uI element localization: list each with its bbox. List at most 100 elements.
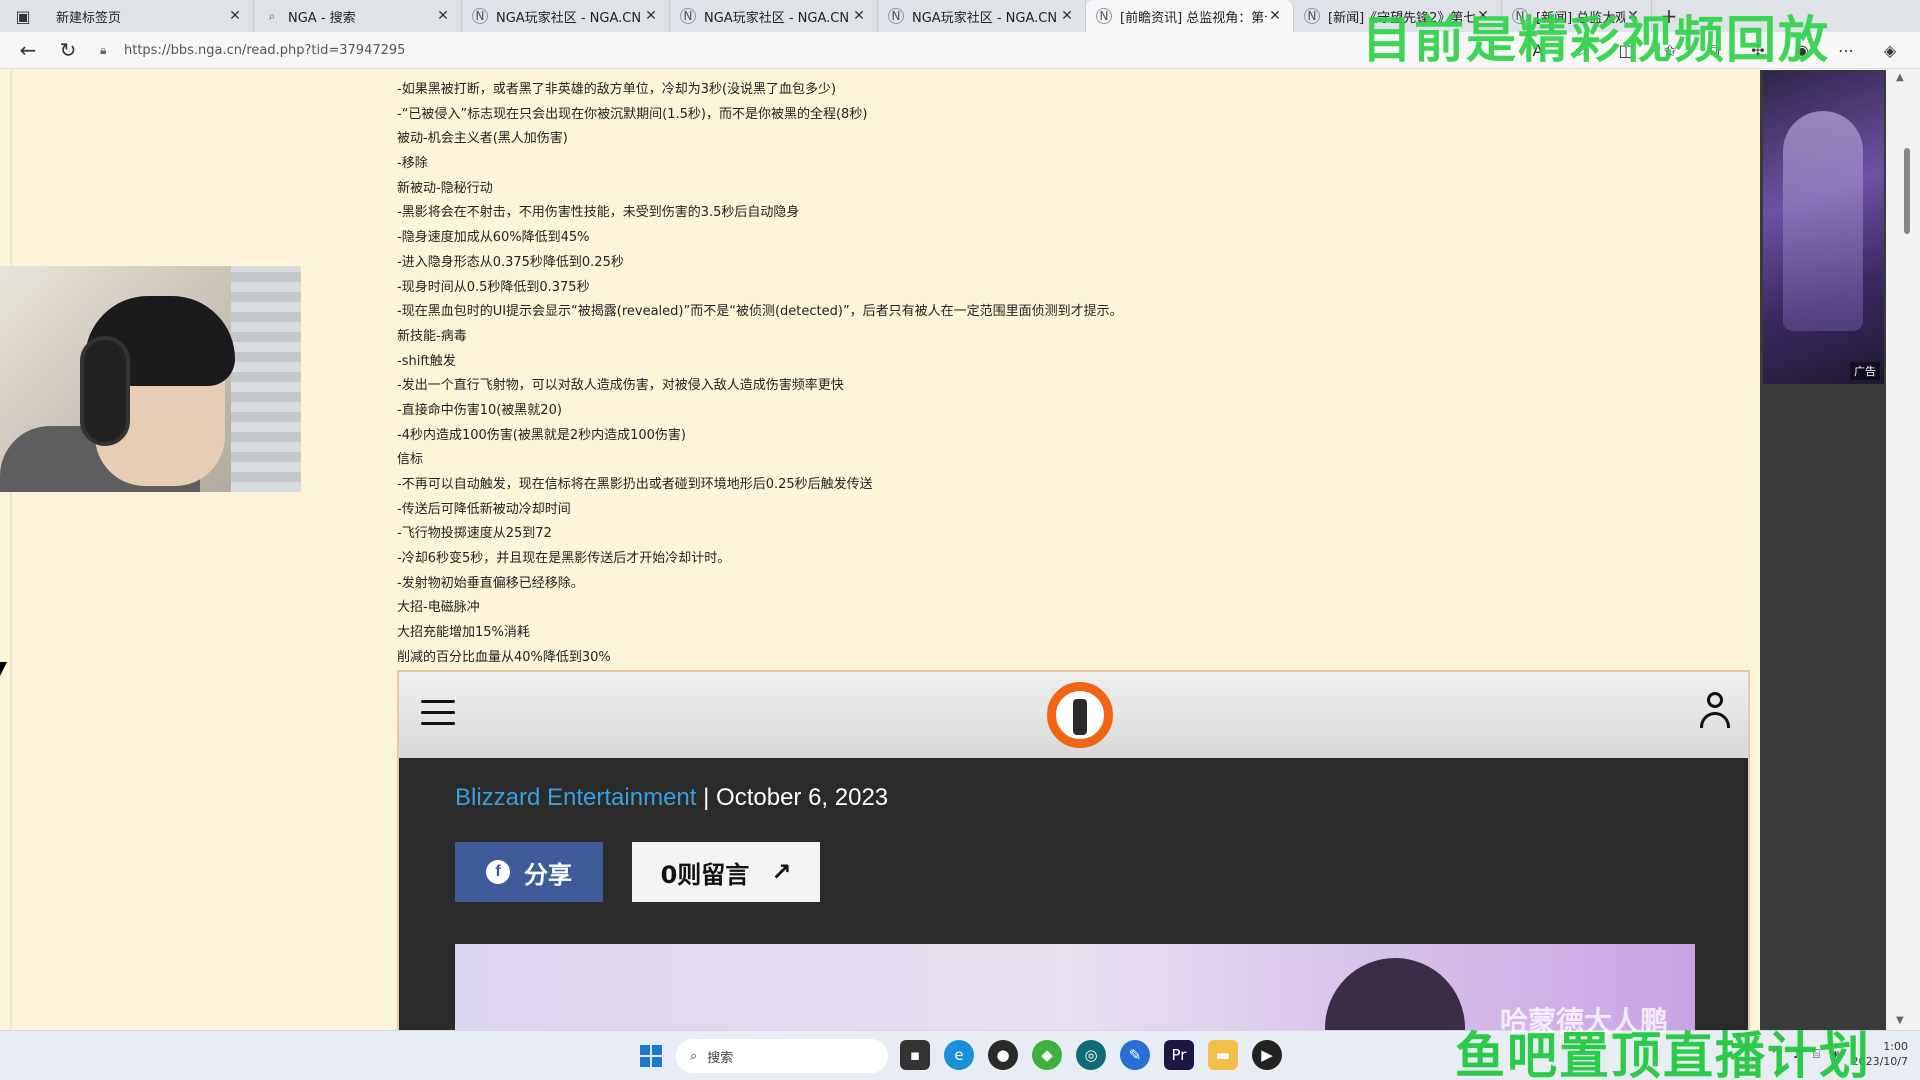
tab-new-tab[interactable]: ▭ 新建标签页 ✕ bbox=[46, 0, 254, 32]
external-link-icon: ↗ bbox=[771, 858, 792, 886]
tab-title: NGA玩家社区 - NGA.CN bbox=[704, 10, 850, 26]
post-line: 大招-电磁脉冲 bbox=[397, 600, 480, 616]
author-link[interactable]: Blizzard Entertainment bbox=[455, 784, 696, 811]
post-line: -移除 bbox=[397, 156, 428, 172]
user-account-icon[interactable] bbox=[1698, 692, 1732, 736]
post-line: 新技能-病毒 bbox=[397, 328, 467, 344]
tab-actions-icon[interactable]: ▣ bbox=[0, 0, 46, 32]
taskbar-apps: ▪ e ● ◆ ◎ ✎ Pr ▬ ▶ bbox=[900, 1040, 1282, 1070]
post-line: 削减的百分比血量从40%降低到30% bbox=[397, 649, 611, 665]
share-label: 分享 bbox=[524, 860, 572, 889]
byline-separator: | bbox=[703, 784, 710, 811]
tab-nga-2[interactable]: N NGA玩家社区 - NGA.CN ✕ bbox=[670, 0, 878, 32]
search-icon: ⌕ bbox=[268, 8, 276, 23]
left-divider bbox=[10, 70, 12, 1030]
tab-nga-1[interactable]: N NGA玩家社区 - NGA.CN ✕ bbox=[462, 0, 670, 32]
post-line: -“已被侵入”标志现在只会出现在你被沉默期间(1.5秒)，而不是你被黑的全程(8… bbox=[397, 106, 868, 122]
nga-icon: N bbox=[888, 8, 904, 24]
post-body: -如果黑被打断，或者黑了非英雄的敌方单位，冷却为3秒(没说黑了血包多少) -“已被… bbox=[397, 78, 1727, 671]
post-line: 大招充能增加15%消耗 bbox=[397, 625, 530, 641]
media-player-icon[interactable]: ▶ bbox=[1252, 1040, 1282, 1070]
post-line: -不再可以自动触发，现在信标将在黑影扔出或者碰到环境地形后0.25秒后触发传送 bbox=[397, 477, 873, 492]
close-icon[interactable]: ✕ bbox=[1267, 8, 1283, 24]
scroll-thumb[interactable] bbox=[1904, 148, 1910, 234]
comments-label: 0则留言 bbox=[660, 860, 750, 889]
post-line: -4秒内造成100伤害(被黑就是2秒内造成100伤害) bbox=[397, 427, 687, 443]
hamburger-menu-icon[interactable] bbox=[421, 700, 455, 730]
stream-overlay-bottom: 鱼吧置顶直播计划 bbox=[1455, 1027, 1871, 1080]
post-line: -隐身速度加成从60%降低到45% bbox=[397, 230, 590, 246]
right-sidebar: 广告 bbox=[1760, 70, 1886, 1030]
embed-header bbox=[399, 672, 1748, 758]
tab-title: NGA - 搜索 bbox=[288, 10, 356, 26]
app-red-icon[interactable]: ● bbox=[988, 1040, 1018, 1070]
copilot-icon[interactable]: ◈ bbox=[1878, 41, 1902, 60]
scroll-down-icon[interactable]: ▼ bbox=[1896, 1015, 1904, 1026]
overwatch-logo-icon[interactable] bbox=[1047, 682, 1113, 748]
app-teal-icon[interactable]: ◎ bbox=[1076, 1040, 1106, 1070]
post-line: -shift触发 bbox=[397, 353, 456, 369]
tab-active-director[interactable]: N [前瞻资讯] 总监视角：第七 ✕ bbox=[1086, 0, 1294, 32]
tab-title: [前瞻资讯] 总监视角：第七 bbox=[1120, 10, 1267, 26]
hero-character-image bbox=[1325, 958, 1465, 1030]
post-line: 被动-机会主义者(黑人加伤害) bbox=[397, 131, 568, 147]
tab-title: NGA玩家社区 - NGA.CN bbox=[912, 10, 1058, 26]
file-explorer-icon[interactable]: ▬ bbox=[1208, 1040, 1238, 1070]
refresh-icon[interactable]: ↻ bbox=[48, 34, 88, 66]
post-line: -直接命中伤害10(被黑就20) bbox=[397, 402, 562, 418]
app-blue-icon[interactable]: ✎ bbox=[1120, 1040, 1150, 1070]
ad-label: 广告 bbox=[1850, 362, 1880, 380]
post-line: -发射物初始垂直偏移已经移除。 bbox=[397, 575, 584, 591]
url-text: https://bbs.nga.cn/read.php?tid=37947295 bbox=[124, 42, 406, 58]
taskbar-search[interactable]: ⌕ 搜索 bbox=[676, 1039, 888, 1073]
post-line: -进入隐身形态从0.375秒降低到0.25秒 bbox=[397, 254, 624, 270]
nga-icon: N bbox=[472, 8, 488, 24]
close-icon[interactable]: ✕ bbox=[227, 8, 243, 24]
tab-title: NGA玩家社区 - NGA.CN bbox=[496, 10, 642, 26]
facebook-icon: f bbox=[486, 860, 510, 884]
post-line: -现在黑血包时的UI提示会显示“被揭露(revealed)”而不是“被侦测(de… bbox=[397, 304, 1123, 320]
blizzard-embed: Blizzard Entertainment | October 6, 2023… bbox=[397, 670, 1750, 1030]
ad-character-image bbox=[1783, 111, 1863, 331]
share-button[interactable]: f 分享 bbox=[455, 842, 603, 902]
task-view-icon[interactable]: ▪ bbox=[900, 1040, 930, 1070]
back-icon[interactable]: ← bbox=[8, 34, 48, 66]
close-icon[interactable]: ✕ bbox=[435, 8, 451, 24]
premiere-pro-icon[interactable]: Pr bbox=[1164, 1040, 1194, 1070]
headphones-icon bbox=[80, 336, 130, 446]
close-icon[interactable]: ✕ bbox=[851, 8, 867, 24]
post-line: -冷却6秒变5秒，并且现在是黑影传送后才开始冷却计时。 bbox=[397, 551, 731, 567]
edge-icon[interactable]: e bbox=[944, 1040, 974, 1070]
clock-time: 1:00 bbox=[1883, 1040, 1908, 1053]
more-icon[interactable]: ⋯ bbox=[1834, 41, 1858, 60]
post-line: -传送后可降低新被动冷却时间 bbox=[397, 501, 571, 517]
post-line: -如果黑被打断，或者黑了非英雄的敌方单位，冷却为3秒(没说黑了血包多少) bbox=[397, 82, 837, 97]
post-line: -飞行物投掷速度从25到72 bbox=[397, 526, 552, 542]
webcam-wall bbox=[231, 266, 301, 492]
article-byline: Blizzard Entertainment | October 6, 2023 bbox=[455, 784, 888, 812]
app-green-icon[interactable]: ◆ bbox=[1032, 1040, 1062, 1070]
close-icon[interactable]: ✕ bbox=[643, 8, 659, 24]
mouse-cursor-icon bbox=[0, 662, 7, 676]
page-scrollbar[interactable]: ▲ ▼ bbox=[1886, 70, 1920, 1030]
comments-button[interactable]: 0则留言 ↗ bbox=[632, 842, 820, 902]
windows-start-icon[interactable] bbox=[640, 1045, 662, 1067]
tab-nga-search[interactable]: ⌕ NGA - 搜索 ✕ bbox=[254, 0, 462, 32]
tab-nga-3[interactable]: N NGA玩家社区 - NGA.CN ✕ bbox=[878, 0, 1086, 32]
post-line: -黑影将会在不射击，不用伤害性技能，未受到伤害的3.5秒后自动隐身 bbox=[397, 205, 800, 221]
post-line: 信标 bbox=[397, 452, 424, 468]
scroll-up-icon[interactable]: ▲ bbox=[1896, 72, 1904, 83]
nga-icon: N bbox=[1304, 8, 1320, 24]
post-line: -现身时间从0.5秒降低到0.375秒 bbox=[397, 279, 590, 295]
close-icon[interactable]: ✕ bbox=[1059, 8, 1075, 24]
webcam-overlay bbox=[0, 266, 301, 492]
nga-icon: N bbox=[1096, 8, 1112, 24]
article-date: October 6, 2023 bbox=[716, 784, 889, 811]
post-line: -发出一个直行飞射物，可以对敌人造成伤害，对被侵入敌人造成伤害频率更快 bbox=[397, 378, 844, 394]
taskbar-search-placeholder: 搜索 bbox=[707, 1050, 734, 1066]
post-line: 新被动-隐秘行动 bbox=[397, 180, 493, 196]
lock-icon: 🔒︎ bbox=[100, 42, 107, 57]
screen: ▣ ▭ 新建标签页 ✕ ⌕ NGA - 搜索 ✕ N NGA玩家社区 - NGA… bbox=[0, 0, 1920, 1080]
address-bar[interactable]: 🔒︎ https://bbs.nga.cn/read.php?tid=37947… bbox=[100, 36, 1400, 64]
ad-banner[interactable]: 广告 bbox=[1763, 71, 1884, 384]
